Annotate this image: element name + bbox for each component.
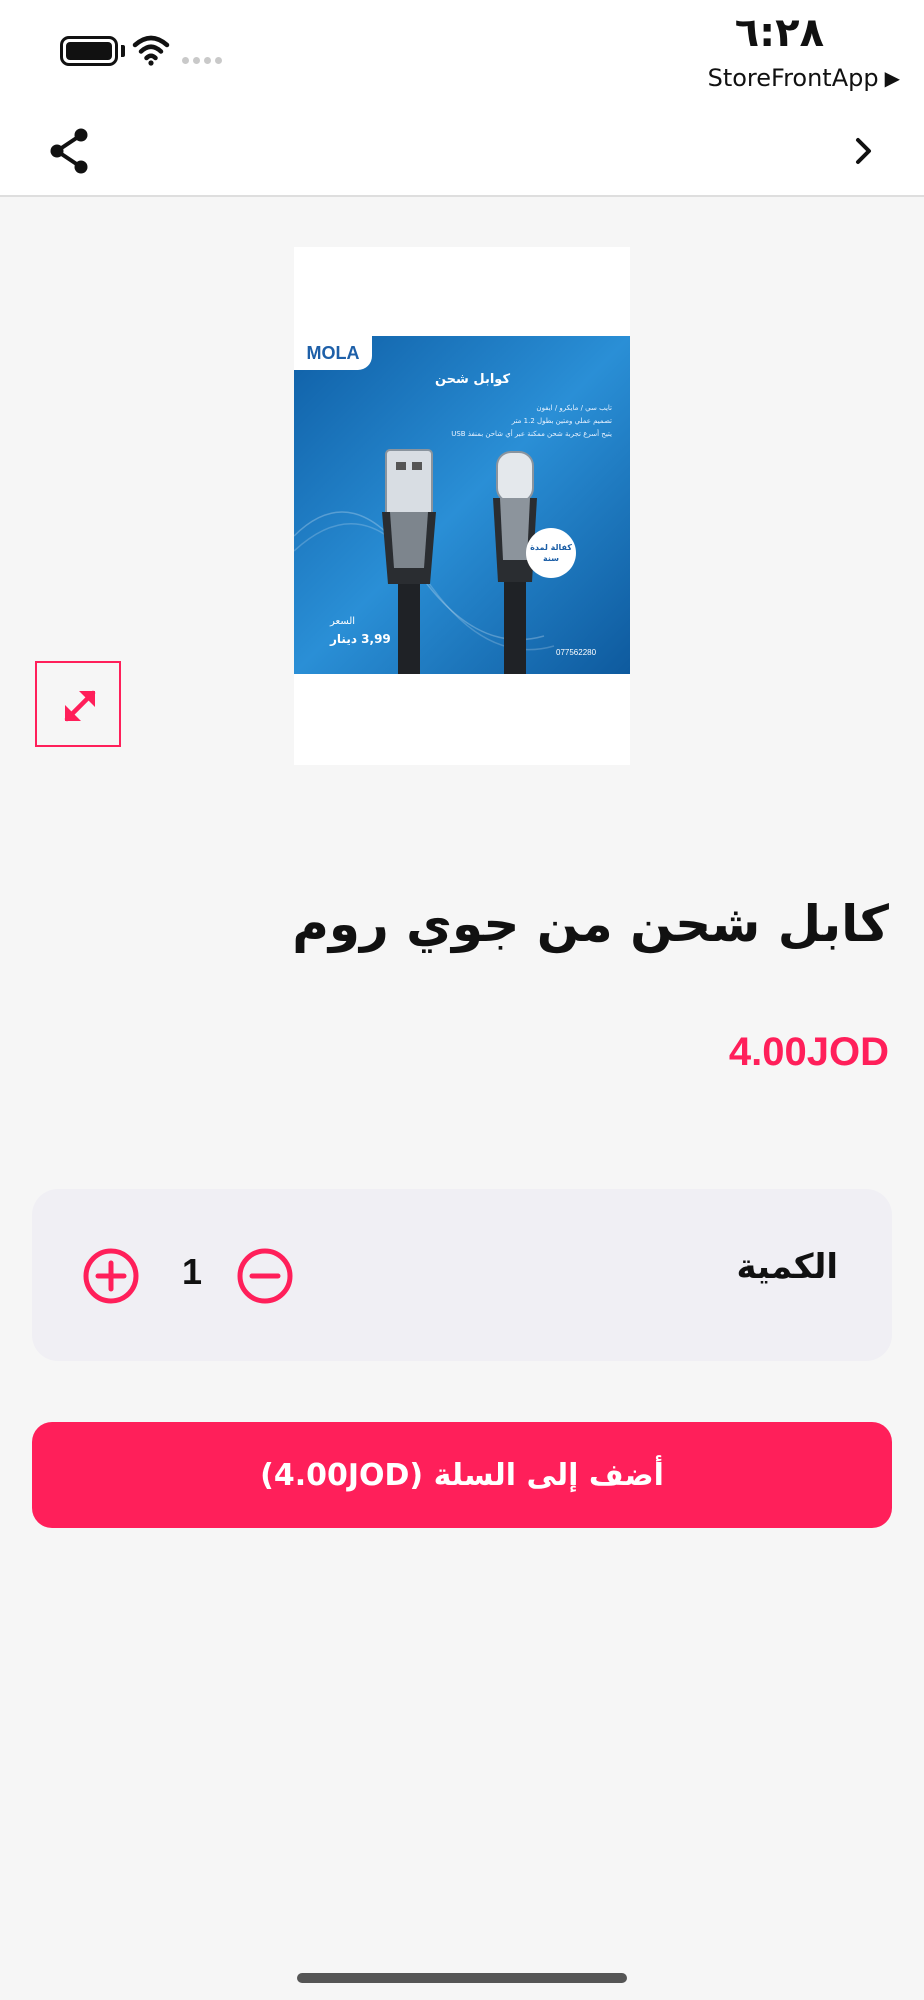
battery-icon [60, 36, 118, 66]
quantity-panel: 1 الكمية [32, 1189, 892, 1361]
status-time: ٦:٢٨ [734, 10, 824, 56]
minus-circle-icon[interactable] [236, 1247, 294, 1305]
poster-phone: 077562280 [556, 648, 597, 657]
nav-bar [0, 105, 924, 197]
poster-price: 3,99 دينار [330, 632, 391, 646]
app-indicator-icon: ▶ [884, 66, 900, 90]
plus-circle-icon[interactable] [82, 1247, 140, 1305]
quantity-label: الكمية [736, 1247, 839, 1287]
expand-icon [64, 690, 96, 722]
status-bar: ٦:٢٨ StoreFrontApp ▶ [0, 0, 924, 105]
cellular-signal-icon [182, 57, 222, 64]
app-name: StoreFrontApp [707, 64, 879, 92]
home-indicator[interactable] [297, 1973, 627, 1983]
poster-price-label: السعر [330, 616, 356, 627]
product-price: 4.00JOD [728, 1030, 889, 1074]
battery-tip [121, 45, 125, 57]
product-image[interactable]: MOLA كوابل شحن تايب سي / مايكرو / ايفون … [294, 247, 630, 765]
expand-image-button[interactable] [35, 661, 121, 747]
quantity-value: 1 [181, 1251, 203, 1292]
product-title: كابل شحن من جوي روم [292, 895, 889, 953]
product-poster: MOLA كوابل شحن تايب سي / مايكرو / ايفون … [294, 336, 630, 674]
back-to-app-link[interactable]: StoreFrontApp ▶ [708, 64, 900, 92]
warranty-badge: كفالة لمدة سنة [526, 528, 576, 578]
share-icon[interactable] [44, 125, 96, 177]
wifi-icon [132, 35, 170, 66]
chevron-right-icon[interactable] [842, 129, 886, 173]
add-to-cart-button[interactable]: أضف إلى السلة (4.00JOD) [32, 1422, 892, 1528]
